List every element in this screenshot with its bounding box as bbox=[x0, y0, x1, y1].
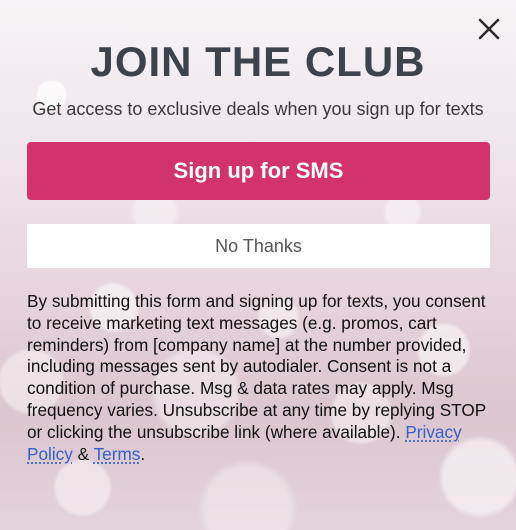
disclaimer-end: . bbox=[140, 443, 146, 464]
terms-link[interactable]: Terms bbox=[94, 444, 141, 464]
signup-modal: JOIN THE CLUB Get access to exclusive de… bbox=[0, 0, 516, 530]
modal-title: JOIN THE CLUB bbox=[90, 38, 426, 85]
consent-disclaimer: By submitting this form and signing up f… bbox=[27, 291, 493, 465]
disclaimer-joiner: & bbox=[72, 443, 94, 464]
modal-subtitle: Get access to exclusive deals when you s… bbox=[32, 99, 484, 119]
no-thanks-button[interactable]: No Thanks bbox=[27, 224, 490, 268]
disclaimer-text: By submitting this form and signing up f… bbox=[27, 291, 486, 442]
sign-up-sms-button[interactable]: Sign up for SMS bbox=[27, 142, 490, 200]
